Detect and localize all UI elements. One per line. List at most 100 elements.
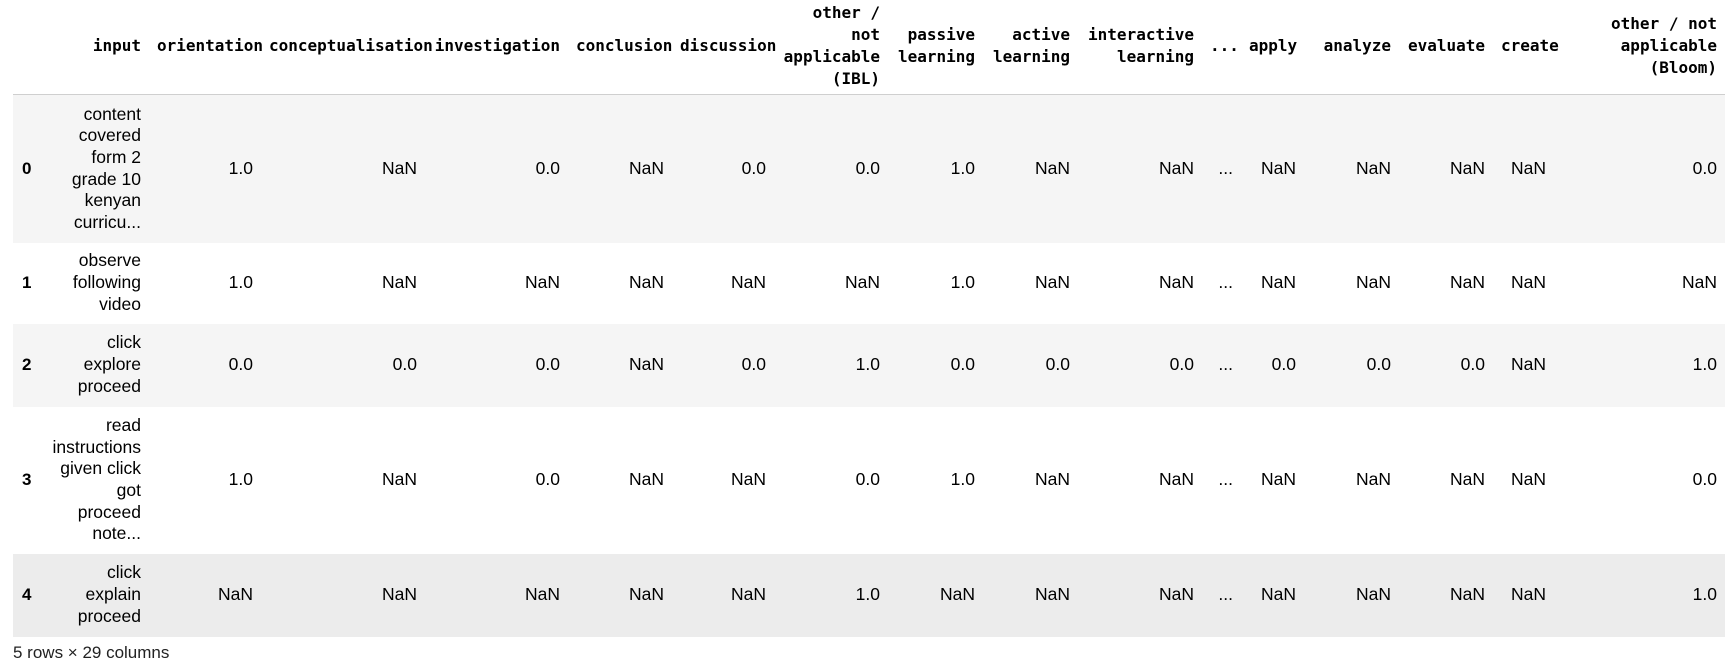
cell-active-learning: NaN [1034,584,1070,605]
cell-orientation: 0.0 [228,354,253,375]
cell-conceptualisation: NaN [381,469,417,490]
cell-conceptualisation: 0.0 [392,354,417,375]
cell-discussion: NaN [730,469,766,490]
column-header-conclusion: conclusion [568,0,672,95]
cell-active-learning: 0.0 [1045,354,1070,375]
cell-investigation: 0.0 [535,469,560,490]
dataframe-output: input orientation conceptualisation inve… [13,0,1725,637]
cell-analyze: 0.0 [1366,354,1391,375]
row-index: 2 [22,355,32,374]
column-header-interactive-learning: interactive learning [1078,0,1202,95]
cell-create: NaN [1510,157,1546,178]
column-header-index [13,0,43,95]
column-header-investigation: investigation [425,0,568,95]
cell-passive-learning: 1.0 [950,157,975,178]
header-row: input orientation conceptualisation inve… [13,0,1725,95]
cell-active-learning: NaN [1034,157,1070,178]
cell-passive-learning: 0.0 [950,354,975,375]
cell-other-ibl: 1.0 [855,584,880,605]
cell-input: click explore proceed [77,332,141,396]
cell-ellipsis: ... [1218,584,1233,605]
cell-other-bloom: NaN [1681,272,1717,293]
cell-passive-learning: 1.0 [950,469,975,490]
column-header-create: create [1493,0,1559,95]
row-index: 1 [22,273,32,292]
column-header-orientation: orientation [149,0,263,95]
cell-analyze: NaN [1355,584,1391,605]
cell-orientation: 1.0 [228,157,253,178]
cell-active-learning: NaN [1034,469,1070,490]
cell-other-bloom: 1.0 [1692,584,1717,605]
cell-evaluate: NaN [1449,469,1485,490]
cell-analyze: NaN [1355,157,1391,178]
cell-evaluate: NaN [1449,272,1485,293]
dataframe-shape-footer: 5 rows × 29 columns [13,643,170,662]
cell-create: NaN [1510,272,1546,293]
column-header-conceptualisation: conceptualisation [261,0,433,95]
cell-conclusion: NaN [628,584,664,605]
column-header-discussion: discussion [672,0,776,95]
column-header-active-learning: active learning [983,0,1078,95]
column-header-apply: apply [1241,0,1304,95]
cell-create: NaN [1510,354,1546,375]
column-header-ellipsis: ... [1202,0,1241,95]
table-row: 3 read instructions given click got proc… [13,406,1725,554]
dataframe-table: input orientation conceptualisation inve… [13,0,1725,637]
column-header-input: input [43,0,149,95]
cell-analyze: NaN [1355,272,1391,293]
cell-discussion: 0.0 [741,157,766,178]
cell-other-ibl: 0.0 [855,469,880,490]
table-row: 2 click explore proceed 0.0 0.0 0.0 NaN … [13,323,1725,407]
cell-ellipsis: ... [1218,354,1233,375]
cell-active-learning: NaN [1034,272,1070,293]
cell-interactive-learning: 0.0 [1169,354,1194,375]
cell-interactive-learning: NaN [1158,584,1194,605]
cell-conclusion: NaN [628,157,664,178]
cell-interactive-learning: NaN [1158,272,1194,293]
cell-other-ibl: 0.0 [855,157,880,178]
cell-discussion: NaN [730,272,766,293]
row-index: 3 [22,470,32,489]
cell-apply: NaN [1260,272,1296,293]
cell-input: read instructions given click got procee… [52,414,141,544]
cell-input: click explain proceed [77,562,141,626]
row-index: 0 [22,158,32,178]
column-header-evaluate: evaluate [1399,0,1493,95]
row-index: 4 [22,585,32,604]
table-row: 4 click explain proceed NaN NaN NaN NaN … [13,553,1725,637]
cell-investigation: 0.0 [535,354,560,375]
cell-analyze: NaN [1355,469,1391,490]
cell-conceptualisation: NaN [381,272,417,293]
table-row: 1 observe following video 1.0 NaN NaN Na… [13,242,1725,324]
cell-ellipsis: ... [1218,157,1233,178]
cell-apply: NaN [1260,157,1296,178]
cell-discussion: NaN [730,584,766,605]
cell-ellipsis: ... [1218,272,1233,293]
cell-conclusion: NaN [628,272,664,293]
cell-input: content covered form 2 grade 10 kenyan c… [71,103,141,233]
table-row: 0 content covered form 2 grade 10 kenyan… [13,94,1725,243]
cell-other-bloom: 0.0 [1692,157,1717,178]
cell-other-bloom: 1.0 [1692,354,1717,375]
cell-apply: NaN [1260,469,1296,490]
cell-orientation: 1.0 [228,272,253,293]
cell-other-ibl: NaN [844,272,880,293]
cell-investigation: NaN [524,272,560,293]
cell-create: NaN [1510,469,1546,490]
cell-conclusion: NaN [628,354,664,375]
cell-evaluate: NaN [1449,157,1485,178]
cell-passive-learning: 1.0 [950,272,975,293]
cell-interactive-learning: NaN [1158,157,1194,178]
cell-other-ibl: 1.0 [855,354,880,375]
cell-orientation: 1.0 [228,469,253,490]
column-header-other-ibl: other / not applicable (IBL) [774,0,888,95]
cell-interactive-learning: NaN [1158,469,1194,490]
cell-apply: 0.0 [1271,354,1296,375]
cell-orientation: NaN [217,584,253,605]
cell-conceptualisation: NaN [381,584,417,605]
cell-ellipsis: ... [1218,469,1233,490]
cell-investigation: 0.0 [535,157,560,178]
cell-passive-learning: NaN [939,584,975,605]
cell-conceptualisation: NaN [381,157,417,178]
cell-create: NaN [1510,584,1546,605]
